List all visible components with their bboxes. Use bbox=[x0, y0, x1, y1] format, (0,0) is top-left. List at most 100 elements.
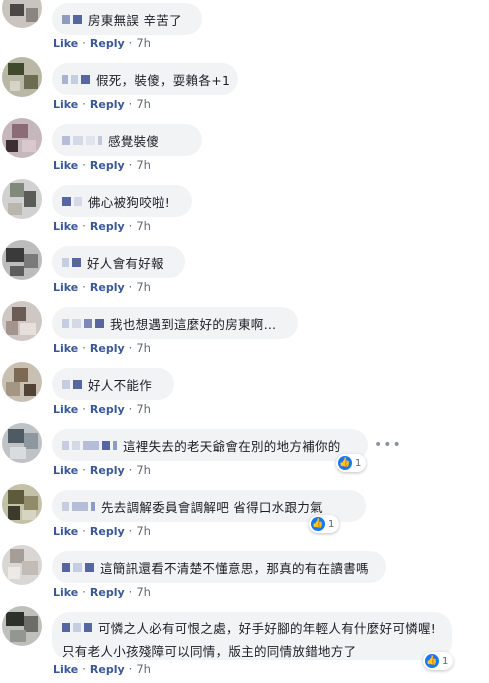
like-link[interactable]: Like bbox=[53, 98, 78, 111]
author-name[interactable] bbox=[62, 196, 82, 206]
timestamp[interactable]: 7h bbox=[136, 402, 151, 416]
comment-text: 好人會有好報 bbox=[87, 255, 164, 271]
separator: · bbox=[82, 97, 86, 111]
separator: · bbox=[128, 402, 133, 416]
separator: · bbox=[82, 158, 86, 172]
timestamp[interactable]: 7h bbox=[136, 585, 151, 599]
author-name[interactable] bbox=[62, 501, 95, 511]
comment-actions: Like · Reply · 7h bbox=[53, 97, 151, 111]
reply-link[interactable]: Reply bbox=[90, 98, 125, 111]
reply-link[interactable]: Reply bbox=[90, 403, 125, 416]
reply-link[interactable]: Reply bbox=[90, 663, 125, 676]
author-name[interactable] bbox=[62, 623, 92, 632]
like-link[interactable]: Like bbox=[53, 220, 78, 233]
reply-link[interactable]: Reply bbox=[90, 281, 125, 294]
reaction-count[interactable]: 👍 1 bbox=[423, 652, 454, 670]
avatar[interactable] bbox=[2, 362, 42, 402]
avatar[interactable] bbox=[2, 545, 42, 585]
comment-text: 佛心被狗咬啦! bbox=[88, 194, 171, 210]
comment-actions: Like · Reply · 7h bbox=[53, 219, 151, 233]
comment-text: 假死，裝傻，耍賴各+1 bbox=[96, 72, 231, 88]
timestamp[interactable]: 7h bbox=[136, 158, 151, 172]
comment-bubble: 感覺裝傻 bbox=[52, 124, 202, 156]
timestamp[interactable]: 7h bbox=[136, 97, 151, 111]
thumbs-up-icon: 👍 bbox=[338, 456, 352, 470]
timestamp[interactable]: 7h bbox=[136, 219, 151, 233]
comment-bubble: 佛心被狗咬啦! bbox=[52, 185, 192, 217]
comment-bubble: 這裡失去的老天爺會在別的地方補你的 bbox=[52, 429, 368, 461]
author-name[interactable] bbox=[62, 74, 90, 84]
avatar[interactable] bbox=[2, 301, 42, 341]
separator: · bbox=[128, 585, 133, 599]
avatar[interactable] bbox=[2, 179, 42, 219]
like-link[interactable]: Like bbox=[53, 403, 78, 416]
timestamp[interactable]: 7h bbox=[136, 662, 151, 676]
timestamp[interactable]: 7h bbox=[136, 341, 151, 355]
timestamp[interactable]: 7h bbox=[136, 463, 151, 477]
author-name[interactable] bbox=[62, 562, 94, 572]
comment-bubble: 這簡訊還看不清楚不懂意思，那真的有在讀書嗎 bbox=[52, 551, 386, 583]
author-name[interactable] bbox=[62, 135, 102, 145]
separator: · bbox=[128, 524, 133, 538]
comment-actions: Like · Reply · 7h bbox=[53, 524, 151, 538]
comment-bubble: 可憐之人必有可恨之處，好手好腳的年輕人有什麼好可憐喔! 只有老人小孩殘障可以同情… bbox=[52, 612, 452, 660]
separator: · bbox=[128, 662, 133, 676]
comment-text: 可憐之人必有可恨之處，好手好腳的年輕人有什麼好可憐喔! bbox=[98, 621, 437, 636]
timestamp[interactable]: 7h bbox=[136, 36, 151, 50]
reply-link[interactable]: Reply bbox=[90, 159, 125, 172]
comment-actions: Like · Reply · 7h bbox=[53, 585, 151, 599]
reaction-count[interactable]: 👍 1 bbox=[336, 454, 367, 472]
like-link[interactable]: Like bbox=[53, 281, 78, 294]
comment-text: 這裡失去的老天爺會在別的地方補你的 bbox=[123, 438, 341, 454]
author-name[interactable] bbox=[62, 257, 81, 267]
comment-text: 感覺裝傻 bbox=[108, 133, 160, 149]
separator: · bbox=[128, 219, 133, 233]
reply-link[interactable]: Reply bbox=[90, 342, 125, 355]
reply-link[interactable]: Reply bbox=[90, 525, 125, 538]
comment-actions: Like · Reply · 7h bbox=[53, 341, 151, 355]
avatar[interactable] bbox=[2, 484, 42, 524]
like-link[interactable]: Like bbox=[53, 663, 78, 676]
timestamp[interactable]: 7h bbox=[136, 524, 151, 538]
comment-bubble: 好人不能作 bbox=[52, 368, 174, 400]
separator: · bbox=[128, 36, 133, 50]
author-name[interactable] bbox=[62, 318, 104, 328]
like-link[interactable]: Like bbox=[53, 37, 78, 50]
like-link[interactable]: Like bbox=[53, 159, 78, 172]
separator: · bbox=[128, 158, 133, 172]
avatar[interactable] bbox=[2, 606, 42, 646]
separator: · bbox=[82, 524, 86, 538]
separator: · bbox=[128, 280, 133, 294]
author-name[interactable] bbox=[62, 440, 117, 450]
comment-actions: Like · Reply · 7h bbox=[53, 662, 151, 676]
timestamp[interactable]: 7h bbox=[136, 280, 151, 294]
like-link[interactable]: Like bbox=[53, 342, 78, 355]
more-options-icon[interactable]: ••• bbox=[374, 437, 402, 453]
avatar[interactable] bbox=[2, 57, 42, 97]
separator: · bbox=[82, 585, 86, 599]
comment-bubble: 我也想遇到這麼好的房東啊… bbox=[52, 307, 298, 339]
avatar[interactable] bbox=[2, 423, 42, 463]
separator: · bbox=[82, 280, 86, 294]
comment-actions: Like · Reply · 7h bbox=[53, 36, 151, 50]
reply-link[interactable]: Reply bbox=[90, 220, 125, 233]
reply-link[interactable]: Reply bbox=[90, 464, 125, 477]
avatar[interactable] bbox=[2, 240, 42, 280]
like-link[interactable]: Like bbox=[53, 525, 78, 538]
reply-link[interactable]: Reply bbox=[90, 37, 125, 50]
comment-actions: Like · Reply · 7h bbox=[53, 463, 151, 477]
separator: · bbox=[128, 341, 133, 355]
avatar[interactable] bbox=[2, 118, 42, 158]
like-link[interactable]: Like bbox=[53, 586, 78, 599]
author-name[interactable] bbox=[62, 379, 82, 389]
like-link[interactable]: Like bbox=[53, 464, 78, 477]
reply-link[interactable]: Reply bbox=[90, 586, 125, 599]
thumbs-up-icon: 👍 bbox=[311, 517, 325, 531]
reaction-number: 1 bbox=[355, 457, 362, 469]
reaction-count[interactable]: 👍 1 bbox=[309, 515, 340, 533]
avatar[interactable] bbox=[2, 0, 42, 28]
comment-actions: Like · Reply · 7h bbox=[53, 402, 151, 416]
comment-text-line-2: 只有老人小孩殘障可以同情，版主的同情放錯地方了 bbox=[62, 644, 357, 659]
separator: · bbox=[82, 219, 86, 233]
author-name[interactable] bbox=[62, 14, 82, 24]
